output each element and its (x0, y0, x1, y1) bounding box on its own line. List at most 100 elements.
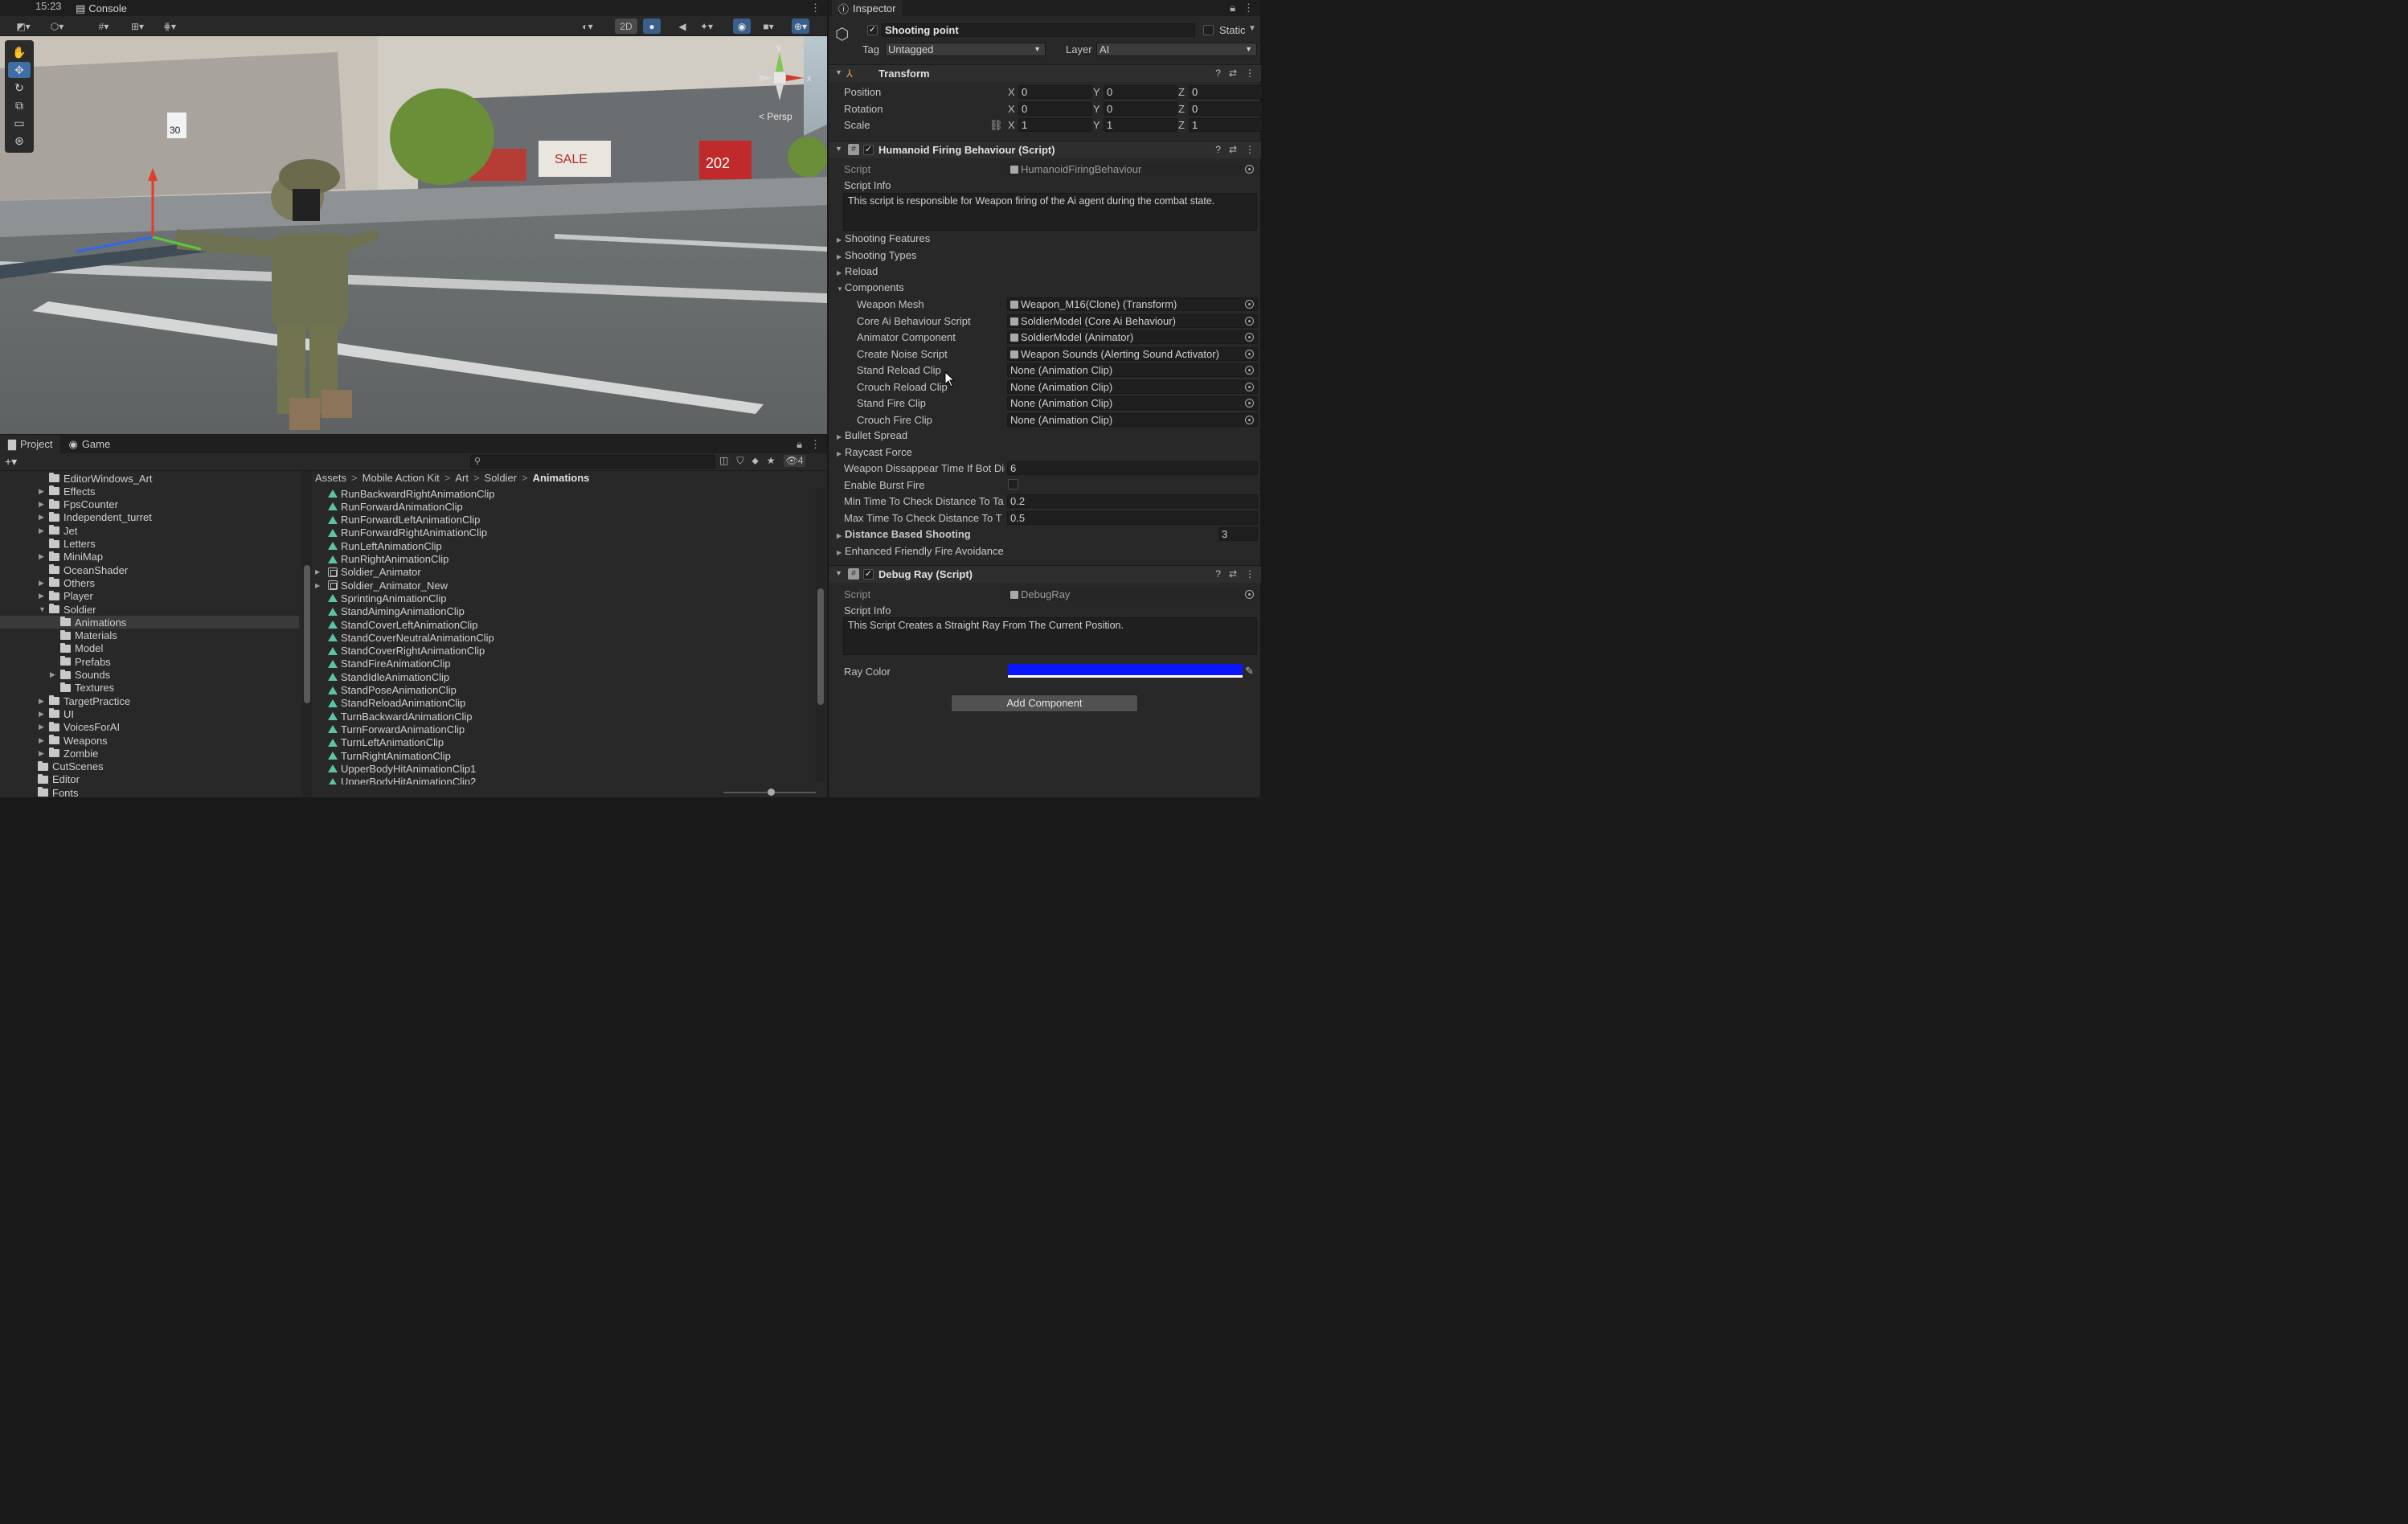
object-picker-icon[interactable] (1245, 382, 1254, 391)
firing-foldout[interactable]: ▶ Shooting Types (837, 249, 916, 261)
active-checkbox[interactable]: ✓ (867, 25, 878, 35)
hidden-objects-icon[interactable]: ◉ (733, 18, 751, 34)
preset-icon[interactable]: ⇄ (1229, 568, 1237, 580)
shading-mode-icon[interactable]: ◐▾ (579, 18, 596, 34)
tree-folder-item[interactable]: ▶ FpsCounter (39, 498, 118, 511)
component-object-field[interactable]: Weapon Sounds (Alerting Sound Activator) (1007, 346, 1258, 361)
tree-folder-item[interactable]: EditorWindows_Art (39, 472, 153, 485)
tree-folder-item[interactable]: ▶ Others (39, 576, 95, 589)
hand-tool-icon[interactable]: ✋ (8, 44, 31, 60)
object-picker-icon[interactable] (1245, 415, 1254, 424)
favorite-star-icon[interactable]: ★ (767, 455, 776, 467)
lock-icon[interactable]: 🔒︎ (797, 438, 802, 451)
axis-y-label[interactable]: Y (1093, 119, 1100, 131)
tree-folder-item[interactable]: ▶ Independent_turret (39, 511, 152, 524)
eyedropper-icon[interactable]: ✎ (1245, 665, 1254, 678)
layer-dropdown[interactable]: AI ▼ (1096, 43, 1257, 56)
script-field[interactable]: HumanoidFiringBehaviour (1007, 162, 1258, 176)
chevron-right-icon[interactable]: ▶ (39, 500, 45, 509)
grid-snap-icon[interactable]: #▾ (95, 18, 113, 34)
asset-list-item[interactable]: TurnLeftAnimationClip (315, 736, 444, 749)
asset-list-item[interactable]: StandReloadAnimationClip (315, 697, 465, 710)
transform-header[interactable]: ▼ ⅄ Transform ? ⇄ ⋮ (829, 64, 1261, 82)
asset-list-item[interactable]: RunForwardAnimationClip (315, 500, 463, 513)
tree-folder-item[interactable]: OceanShader (39, 563, 128, 576)
gizmos-toggle-icon[interactable]: ⊕▾ (792, 18, 809, 34)
tree-folder-item[interactable]: ▶ Effects (39, 485, 96, 498)
preset-icon[interactable]: ⇄ (1229, 144, 1237, 155)
kebab-menu-icon[interactable]: ⋮ (1245, 68, 1255, 79)
tree-folder-item[interactable]: ▶ MiniMap (39, 551, 103, 563)
asset-list-item[interactable]: StandCoverNeutralAnimationClip (315, 631, 494, 644)
tree-folder-item[interactable]: ▶ Zombie (39, 747, 98, 760)
tag-dropdown[interactable]: Untagged ▼ (885, 43, 1046, 56)
transform-tool-icon[interactable]: ⊛ (8, 133, 31, 149)
distance-shooting-foldout[interactable]: ▶ Distance Based Shooting (837, 528, 971, 540)
object-picker-icon[interactable] (1245, 316, 1254, 326)
lighting-toggle-icon[interactable]: ● (643, 18, 661, 34)
slider-knob[interactable] (768, 789, 775, 796)
chevron-right-icon[interactable]: ▶ (50, 670, 56, 679)
friendly-fire-foldout[interactable]: ▶ Enhanced Friendly Fire Avoidance (837, 545, 1004, 557)
rect-tool-icon[interactable]: ▭ (8, 115, 31, 131)
asset-list-item[interactable]: StandCoverLeftAnimationClip (315, 618, 478, 631)
draw-mode-icon[interactable]: ◩▾ (14, 18, 32, 34)
chevron-right-icon[interactable]: ▶ (39, 487, 45, 496)
chevron-right-icon[interactable]: ▶ (39, 723, 45, 731)
asset-scrollbar[interactable] (816, 488, 825, 781)
tree-folder-item[interactable]: ▶ TargetPractice (39, 694, 130, 707)
tree-folder-item[interactable]: Editor (27, 773, 80, 786)
tree-scrollbar[interactable] (302, 471, 312, 797)
axis-x-label[interactable]: X (1008, 103, 1015, 115)
axis-x-label[interactable]: X (1008, 119, 1015, 131)
tree-folder-item[interactable]: ▶ Player (39, 590, 93, 603)
asset-list-item[interactable]: TurnBackwardAnimationClip (315, 710, 473, 723)
static-checkbox[interactable] (1203, 25, 1214, 35)
search-input[interactable]: ⚲ (470, 455, 715, 469)
scale-z-field[interactable]: 1 (1189, 118, 1263, 132)
asset-list-item[interactable]: RunLeftAnimationClip (315, 539, 442, 552)
breadcrumb-item[interactable]: Animations (533, 472, 590, 484)
help-icon[interactable]: ? (1215, 68, 1221, 79)
tab-game[interactable]: ◉ Game (60, 435, 118, 453)
weapon-disappear-field[interactable]: 6 (1007, 461, 1258, 475)
scale-tool-icon[interactable]: ⧉ (8, 97, 31, 113)
chevron-right-icon[interactable]: ▶ (315, 582, 325, 589)
chevron-down-icon[interactable]: ▼ (1248, 24, 1256, 33)
chevron-down-icon[interactable]: ▼ (39, 605, 46, 613)
component-enabled-checkbox[interactable]: ✓ (863, 145, 874, 155)
chevron-right-icon[interactable]: ▶ (39, 749, 45, 758)
tree-folder-item[interactable]: Materials (50, 629, 117, 642)
component-object-field[interactable]: SoldierModel (Core Ai Behaviour) (1007, 313, 1258, 328)
ray-color-swatch[interactable] (1008, 664, 1243, 678)
asset-list-item[interactable]: StandIdleAnimationClip (315, 670, 449, 683)
asset-list-item[interactable]: SprintingAnimationClip (315, 592, 447, 604)
tree-folder-item[interactable]: Letters (39, 538, 96, 551)
breadcrumb-item[interactable]: Assets (315, 472, 346, 484)
kebab-menu-icon[interactable]: ⋮ (1243, 2, 1254, 14)
collapse-arrow-icon[interactable]: ▼ (835, 145, 842, 153)
tree-folder-item[interactable]: ▼ Soldier (39, 603, 96, 616)
search-by-type-icon[interactable]: ◫ (719, 455, 728, 467)
asset-list-item[interactable]: RunRightAnimationClip (315, 553, 448, 566)
axis-z-label[interactable]: Z (1178, 119, 1185, 131)
position-z-field[interactable]: 0 (1189, 85, 1263, 99)
tag-icon[interactable]: ⬥ (751, 455, 758, 467)
constrain-proportions-icon[interactable]: ⛓ (989, 119, 1003, 132)
script-info-textarea[interactable]: This script is responsible for Weapon fi… (843, 193, 1257, 231)
tab-project[interactable]: ▇ Project (0, 435, 61, 453)
kebab-menu-icon[interactable]: ⋮ (810, 2, 821, 14)
tree-folder-item[interactable]: Prefabs (50, 655, 111, 668)
camera-settings-icon[interactable]: ■▾ (760, 18, 777, 34)
rotation-x-field[interactable]: 0 (1018, 102, 1092, 116)
firing-foldout[interactable]: ▶ Reload (837, 265, 878, 277)
rotation-y-field[interactable]: 0 (1104, 102, 1177, 116)
component-object-field[interactable]: None (Animation Clip) (1007, 379, 1258, 394)
chevron-right-icon[interactable]: ▶ (39, 552, 45, 561)
object-name-field[interactable]: Shooting point (882, 23, 1195, 37)
asset-list-item[interactable]: UpperBodyHitAnimationClip1 (315, 762, 476, 775)
preset-icon[interactable]: ⇄ (1229, 68, 1237, 79)
rotate-tool-icon[interactable]: ↻ (8, 80, 31, 96)
scale-x-field[interactable]: 1 (1018, 118, 1092, 132)
component-enabled-checkbox[interactable]: ✓ (863, 569, 874, 580)
